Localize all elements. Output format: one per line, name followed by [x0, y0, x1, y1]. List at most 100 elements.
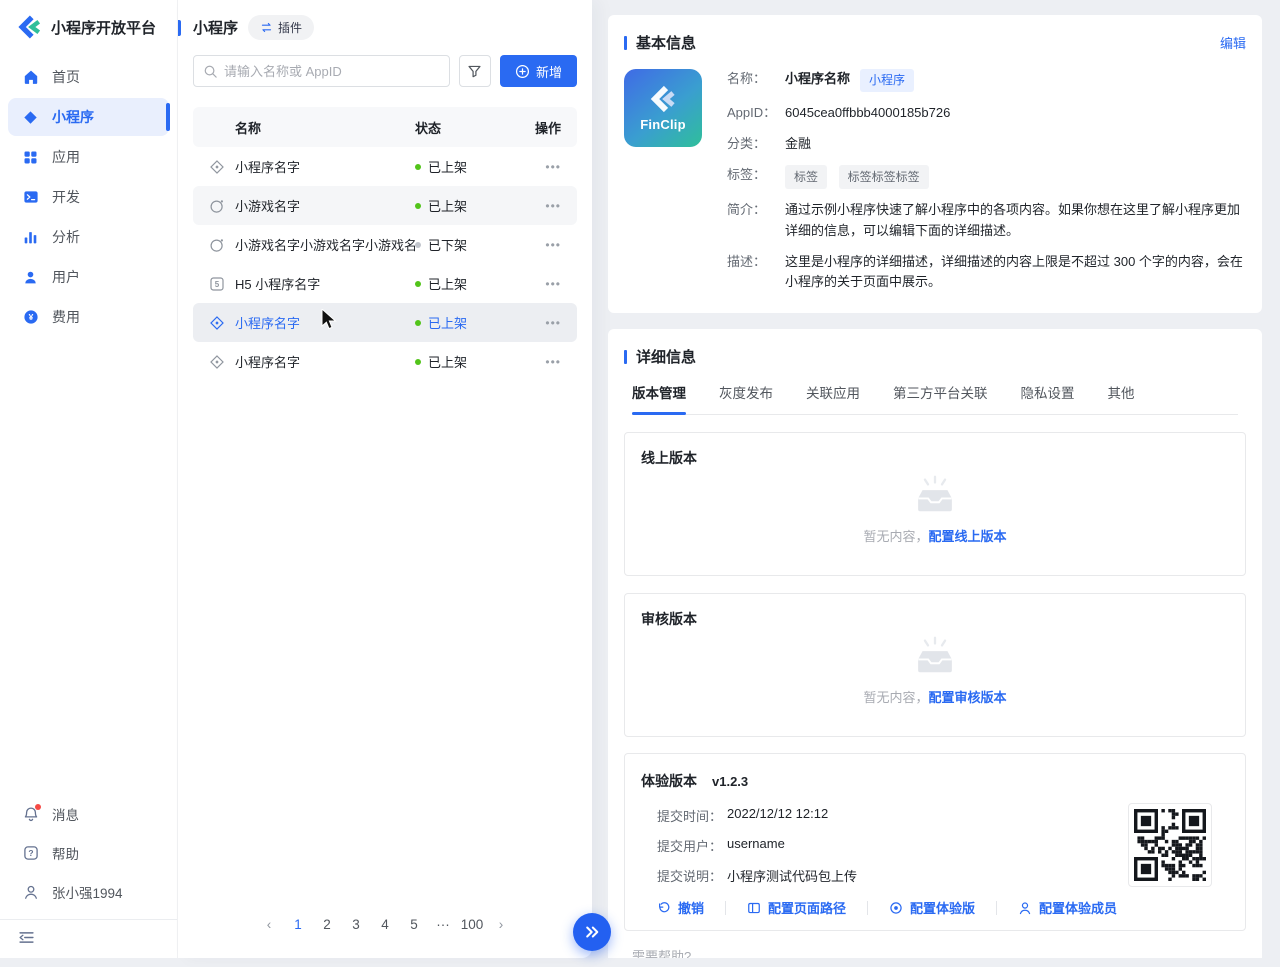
page-number[interactable]: 5: [401, 910, 427, 938]
sidebar-item-home[interactable]: 首页: [8, 58, 169, 96]
sidebar-item-miniapp[interactable]: 小程序: [8, 98, 169, 136]
row-name: H5 小程序名字: [235, 274, 320, 293]
page-number[interactable]: 3: [343, 910, 369, 938]
empty-text: 暂无内容，: [863, 529, 928, 544]
configure-trial-version-button[interactable]: 配置体验版: [889, 898, 975, 917]
detail-tabs: 版本管理 灰度发布 关联应用 第三方平台关联 隐私设置 其他: [632, 382, 1238, 415]
status-dot: [415, 242, 421, 248]
configure-page-path-button[interactable]: 配置页面路径: [747, 898, 846, 917]
configure-online-version-link[interactable]: 配置线上版本: [929, 529, 1007, 544]
plugin-toggle-label: 插件: [278, 19, 302, 36]
row-actions-button[interactable]: •••: [519, 238, 561, 252]
collapse-icon: [18, 929, 159, 946]
search-input[interactable]: [224, 64, 440, 79]
row-actions-button[interactable]: •••: [519, 355, 561, 369]
basic-info-card: 基本信息 编辑 FinClip 名称： 小程序名称 小程序 AppID：: [608, 15, 1262, 313]
add-miniapp-button[interactable]: 新增: [500, 55, 577, 87]
table-row-selected[interactable]: 小程序名字 已上架 •••: [193, 303, 577, 342]
home-icon: [22, 69, 39, 86]
miniapp-list-panel: 小程序 插件: [178, 0, 592, 958]
sidebar-item-messages[interactable]: 消息: [8, 795, 169, 833]
table-row[interactable]: 小游戏名字 已上架 •••: [193, 186, 577, 225]
trial-version-card: 体验版本 v1.2.3 提交时间： 2022/12/12 12:12 提交用户：…: [624, 753, 1246, 931]
basic-info-title: 基本信息: [636, 32, 696, 53]
table-row[interactable]: 小游戏名字小游戏名字小游戏名字 已下架 •••: [193, 225, 577, 264]
tag: 标签标签标签: [839, 165, 929, 190]
expand-panel-button[interactable]: [573, 913, 611, 951]
edit-link[interactable]: 编辑: [1220, 33, 1246, 52]
page-number[interactable]: 1: [285, 910, 311, 938]
online-version-title: 线上版本: [625, 433, 1245, 468]
revoke-button[interactable]: 撤销: [657, 898, 704, 917]
empty-text: 暂无内容，: [863, 690, 928, 705]
row-actions-button[interactable]: •••: [519, 160, 561, 174]
dev-icon: [22, 189, 39, 206]
sidebar-item-analytics[interactable]: 分析: [8, 218, 169, 256]
row-name: 小程序名字: [235, 157, 300, 176]
qr-code: [1134, 809, 1206, 881]
swap-icon: [260, 21, 273, 34]
search-box[interactable]: [193, 55, 450, 87]
prev-page-button[interactable]: ‹: [256, 910, 282, 938]
double-chevron-right-icon: [583, 923, 601, 941]
user-icon: [22, 884, 39, 901]
configure-trial-members-button[interactable]: 配置体验成员: [1018, 898, 1117, 917]
status-label: 已上架: [428, 274, 467, 293]
help-text[interactable]: 需要帮助?: [608, 931, 1262, 958]
divider: [867, 901, 868, 915]
sidebar-item-billing[interactable]: ¥ 费用: [8, 298, 169, 336]
status-label: 已下架: [428, 235, 467, 254]
trial-version-title: 体验版本: [641, 771, 697, 791]
page-number[interactable]: 100: [459, 910, 485, 938]
row-actions-button[interactable]: •••: [519, 316, 561, 330]
miniapp-table: 名称 状态 操作 小程序名字 已上架 ••• 小游戏名字 已上架 •••: [178, 107, 592, 381]
row-actions-button[interactable]: •••: [519, 277, 561, 291]
configure-review-version-link[interactable]: 配置审核版本: [929, 690, 1007, 705]
next-page-button[interactable]: ›: [488, 910, 514, 938]
miniapp-type-icon: [209, 159, 225, 175]
status-label: 已上架: [428, 157, 467, 176]
detail-panel: 基本信息 编辑 FinClip 名称： 小程序名称 小程序 AppID：: [592, 0, 1280, 958]
field-label-intro: 简介：: [727, 200, 785, 240]
row-actions-button[interactable]: •••: [519, 199, 561, 213]
page-number[interactable]: 4: [372, 910, 398, 938]
app-logo-text: FinClip: [640, 117, 685, 132]
plugin-toggle[interactable]: 插件: [248, 15, 314, 40]
sidebar-item-dev[interactable]: 开发: [8, 178, 169, 216]
table-row[interactable]: 小程序名字 已上架 •••: [193, 342, 577, 381]
tab-linked-apps[interactable]: 关联应用: [806, 382, 860, 414]
divider: [725, 901, 726, 915]
app-id: 6045cea0ffbbb4000185b726: [785, 103, 950, 123]
target-icon: [889, 901, 903, 915]
tab-privacy[interactable]: 隐私设置: [1021, 382, 1075, 414]
empty-inbox-icon: [912, 474, 958, 514]
notification-badge: [35, 804, 41, 810]
review-version-card: 审核版本 暂无内容，配置审核版本: [624, 593, 1246, 737]
page-ellipsis[interactable]: ···: [430, 910, 456, 938]
row-name: 小游戏名字小游戏名字小游戏名字: [235, 235, 415, 254]
sidebar-item-account[interactable]: 张小强1994: [8, 873, 169, 911]
filter-button[interactable]: [459, 55, 491, 87]
app-logo: FinClip: [624, 69, 702, 147]
tab-other[interactable]: 其他: [1108, 382, 1135, 414]
sidebar-item-users[interactable]: 用户: [8, 258, 169, 296]
finclip-logo-icon: [16, 13, 44, 41]
tab-version-management[interactable]: 版本管理: [632, 382, 686, 414]
sidebar-item-apps[interactable]: 应用: [8, 138, 169, 176]
submit-note-label: 提交说明：: [657, 866, 727, 885]
app-category: 金融: [785, 134, 811, 154]
miniapp-icon: [22, 109, 39, 126]
table-header: 名称 状态 操作: [193, 107, 577, 147]
tab-third-party[interactable]: 第三方平台关联: [893, 382, 988, 414]
tab-gray-release[interactable]: 灰度发布: [719, 382, 773, 414]
member-icon: [1018, 901, 1032, 915]
table-row[interactable]: 5 H5 小程序名字 已上架 •••: [193, 264, 577, 303]
collapse-sidebar-button[interactable]: [0, 920, 177, 958]
sidebar: 小程序开放平台 首页 小程序 应用 开发: [0, 0, 178, 958]
status-label: 已上架: [428, 196, 467, 215]
page-number[interactable]: 2: [314, 910, 340, 938]
submit-time-value: 2022/12/12 12:12: [727, 806, 828, 825]
sidebar-item-help[interactable]: ? 帮助: [8, 834, 169, 872]
table-row[interactable]: 小程序名字 已上架 •••: [193, 147, 577, 186]
submit-time-label: 提交时间：: [657, 806, 727, 825]
